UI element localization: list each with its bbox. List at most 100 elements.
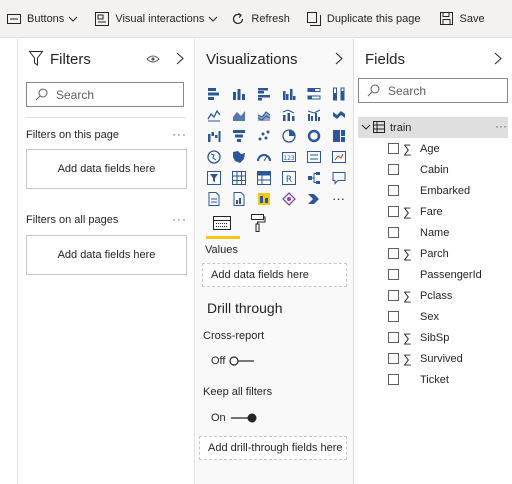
power-automate-icon[interactable] <box>301 188 326 209</box>
field-item[interactable]: Name <box>355 222 512 243</box>
line-and-clustered-column-chart-icon[interactable] <box>301 104 326 125</box>
treemap-icon[interactable] <box>326 125 351 146</box>
kpi-icon[interactable] <box>326 146 351 167</box>
collapse-chevron-icon[interactable] <box>176 52 184 68</box>
field-checkbox[interactable] <box>388 206 399 217</box>
duplicate-page-label: Duplicate this page <box>326 12 421 25</box>
filter-icon <box>28 51 44 69</box>
cross-report-toggle[interactable]: Off <box>211 355 255 367</box>
sigma-icon: ∑ <box>403 246 412 261</box>
field-checkbox[interactable] <box>388 374 399 385</box>
svg-text:R: R <box>285 175 291 185</box>
100-percent-bar-chart-icon[interactable] <box>301 83 326 104</box>
r-script-visual-icon[interactable]: R <box>276 167 301 188</box>
qna-visual-icon[interactable] <box>326 167 351 188</box>
field-item[interactable]: ∑ SibSp <box>355 327 512 348</box>
field-item[interactable]: Cabin <box>355 159 512 180</box>
build-visual-tab[interactable] <box>206 212 238 236</box>
python-visual-icon[interactable] <box>226 188 251 209</box>
table-icon <box>373 121 385 136</box>
page-filters-drop-zone[interactable]: Add data fields here <box>26 149 187 189</box>
field-item[interactable]: Embarked <box>355 180 512 201</box>
more-icon[interactable]: ··· <box>172 212 187 226</box>
matrix-icon[interactable] <box>251 167 276 188</box>
field-checkbox[interactable] <box>388 290 399 301</box>
all-pages-filters-drop-zone[interactable]: Add data fields here <box>26 235 187 275</box>
field-name: Pclass <box>420 289 453 302</box>
map-icon[interactable] <box>201 146 226 167</box>
field-item[interactable]: Sex <box>355 306 512 327</box>
line-chart-icon[interactable] <box>201 104 226 125</box>
table-name: train <box>390 121 412 134</box>
active-tab-indicator <box>206 236 240 239</box>
paginated-report-icon[interactable] <box>201 188 226 209</box>
field-item[interactable]: ∑ Age <box>355 138 512 159</box>
keep-all-filters-toggle[interactable]: On <box>211 412 258 424</box>
clustered-column-chart-icon[interactable] <box>276 83 301 104</box>
chevron-down-icon <box>361 122 371 135</box>
more-icon[interactable]: ··· <box>172 127 187 141</box>
fields-header: Fields <box>355 48 512 70</box>
more-icon[interactable]: ··· <box>495 119 507 133</box>
field-checkbox[interactable] <box>388 164 399 175</box>
stacked-area-chart-icon[interactable] <box>251 104 276 125</box>
field-checkbox[interactable] <box>388 269 399 280</box>
refresh-button[interactable]: Refresh <box>230 0 290 38</box>
duplicate-page-button[interactable]: Duplicate this page <box>306 0 421 38</box>
area-chart-icon[interactable] <box>226 104 251 125</box>
save-button[interactable]: Save <box>438 0 485 38</box>
toggle-on-icon <box>230 413 257 423</box>
visualizations-title: Visualizations <box>206 50 298 68</box>
field-item[interactable]: ∑ Fare <box>355 201 512 222</box>
visual-interactions-menu[interactable]: Visual interactions <box>94 0 218 38</box>
save-label: Save <box>459 12 485 25</box>
field-item[interactable]: ∑ Parch <box>355 243 512 264</box>
field-checkbox[interactable] <box>388 143 399 154</box>
stacked-column-chart-icon[interactable] <box>226 83 251 104</box>
smart-narrative-icon[interactable] <box>276 188 301 209</box>
line-and-column-chart-icon[interactable] <box>276 104 301 125</box>
drill-through-heading: Drill through <box>207 300 283 316</box>
field-checkbox[interactable] <box>388 227 399 238</box>
table-icon[interactable] <box>226 167 251 188</box>
funnel-chart-icon[interactable] <box>226 125 251 146</box>
multi-row-card-icon[interactable] <box>301 146 326 167</box>
gauge-icon[interactable] <box>251 146 276 167</box>
field-checkbox[interactable] <box>388 311 399 322</box>
table-train-row[interactable]: train ··· <box>358 117 508 138</box>
decomposition-tree-icon[interactable] <box>301 167 326 188</box>
more-visuals-icon[interactable]: ··· <box>326 188 351 209</box>
card-icon[interactable]: 123 <box>276 146 301 167</box>
fields-search-input[interactable]: Search <box>358 78 508 103</box>
field-item[interactable]: ∑ Survived <box>355 348 512 369</box>
field-item[interactable]: Ticket <box>355 369 512 390</box>
format-visual-tab[interactable] <box>246 212 270 236</box>
eye-icon[interactable] <box>146 54 160 67</box>
clustered-bar-chart-icon[interactable] <box>251 83 276 104</box>
ribbon-chart-icon[interactable] <box>326 104 351 125</box>
donut-chart-icon[interactable] <box>301 125 326 146</box>
filters-divider <box>26 117 186 118</box>
values-drop-zone[interactable]: Add data fields here <box>202 263 347 287</box>
field-checkbox[interactable] <box>388 248 399 259</box>
drill-through-drop-zone[interactable]: Add drill-through fields here <box>199 436 347 460</box>
stacked-bar-chart-icon[interactable] <box>201 83 226 104</box>
field-checkbox[interactable] <box>388 353 399 364</box>
slicer-icon[interactable] <box>201 167 226 188</box>
filled-map-icon[interactable] <box>226 146 251 167</box>
waterfall-chart-icon[interactable] <box>201 125 226 146</box>
filters-search-input[interactable]: Search <box>26 82 184 107</box>
scatter-chart-icon[interactable] <box>251 125 276 146</box>
save-icon <box>438 11 454 27</box>
buttons-menu[interactable]: Buttons <box>6 0 78 38</box>
pie-chart-icon[interactable] <box>276 125 301 146</box>
key-influencers-icon[interactable] <box>251 188 276 209</box>
field-item[interactable]: ∑ Pclass <box>355 285 512 306</box>
100-percent-column-chart-icon[interactable] <box>326 83 351 104</box>
field-item[interactable]: PassengerId <box>355 264 512 285</box>
collapse-chevron-icon[interactable] <box>335 52 343 68</box>
field-checkbox[interactable] <box>388 332 399 343</box>
buttons-label: Buttons <box>27 12 65 25</box>
collapse-chevron-icon[interactable] <box>494 52 502 68</box>
field-checkbox[interactable] <box>388 185 399 196</box>
